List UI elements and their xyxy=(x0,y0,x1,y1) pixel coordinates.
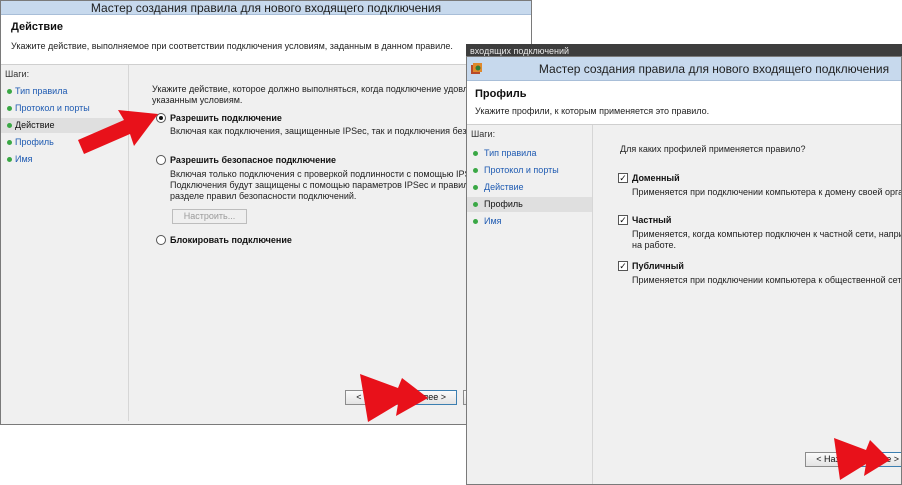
red-pointer-arrow xyxy=(834,438,890,480)
step-label: Имя xyxy=(15,154,33,164)
step-profile[interactable]: Профиль xyxy=(467,197,592,212)
customize-button[interactable]: Настроить... xyxy=(172,209,247,224)
allow-secure-desc: Подключения будут защищены с помощью пар… xyxy=(170,180,498,190)
page-header: Профиль Укажите профили, к которым приме… xyxy=(467,81,901,125)
page-description: Укажите действие, выполняемое при соотве… xyxy=(11,41,453,51)
public-desc: Применяется при подключении компьютера к… xyxy=(632,275,902,285)
page-title: Профиль xyxy=(475,88,527,100)
step-dot-icon xyxy=(7,140,12,145)
step-label: Тип правила xyxy=(484,148,537,158)
step-action[interactable]: Действие xyxy=(467,180,592,195)
public-label[interactable]: Публичный xyxy=(632,261,684,272)
step-label: Тип правила xyxy=(15,86,68,96)
window-title: Мастер создания правила для нового входя… xyxy=(538,62,890,76)
step-dot-icon xyxy=(473,151,478,156)
step-label: Имя xyxy=(484,216,502,226)
step-label: Профиль xyxy=(484,199,523,209)
wizard-app-icon xyxy=(471,63,482,74)
step-dot-icon xyxy=(7,106,12,111)
window-title: Мастер создания правила для нового входя… xyxy=(90,1,442,15)
private-label[interactable]: Частный xyxy=(632,215,671,226)
steps-title: Шаги: xyxy=(5,69,30,79)
steps-panel: Шаги: Тип правила Протокол и порты Дейст… xyxy=(467,125,593,484)
step-dot-icon xyxy=(7,123,12,128)
step-dot-icon xyxy=(473,202,478,207)
page-header: Действие Укажите действие, выполняемое п… xyxy=(1,15,531,65)
red-pointer-arrow xyxy=(78,110,158,154)
wizard-window-action: Мастер создания правила для нового входя… xyxy=(0,0,532,425)
domain-label[interactable]: Доменный xyxy=(632,173,680,184)
step-label: Действие xyxy=(484,182,524,192)
page-title: Действие xyxy=(11,21,63,33)
allow-secure-desc: Включая только подключения с проверкой п… xyxy=(170,169,483,179)
allow-connection-label[interactable]: Разрешить подключение xyxy=(170,113,282,124)
step-dot-icon xyxy=(7,89,12,94)
step-label: Действие xyxy=(15,120,55,130)
window-titlebar: Мастер создания правила для нового входя… xyxy=(1,1,531,15)
block-connection-label[interactable]: Блокировать подключение xyxy=(170,235,292,246)
private-desc: Применяется, когда компьютер подключен к… xyxy=(632,229,901,239)
page-description: Укажите профили, к которым применяется э… xyxy=(475,106,710,116)
allow-secure-radio[interactable] xyxy=(156,155,166,165)
step-dot-icon xyxy=(7,157,12,162)
step-label: Протокол и порты xyxy=(484,165,559,175)
step-name[interactable]: Имя xyxy=(467,214,592,229)
private-checkbox[interactable]: ✓ xyxy=(618,215,628,225)
step-protocol-ports[interactable]: Протокол и порты xyxy=(467,163,592,178)
step-dot-icon xyxy=(473,185,478,190)
private-desc-cont: на работе. xyxy=(632,240,676,250)
allow-connection-desc: Включая как подключения, защищенные IPSe… xyxy=(170,126,502,136)
action-prompt: Укажите действие, которое должно выполня… xyxy=(152,84,492,94)
steps-title: Шаги: xyxy=(471,129,496,139)
profile-question: Для каких профилей применяется правило? xyxy=(620,144,806,154)
step-rule-type[interactable]: Тип правила xyxy=(1,84,128,99)
step-dot-icon xyxy=(473,168,478,173)
profile-content: Для каких профилей применяется правило? … xyxy=(594,125,902,484)
allow-secure-desc: разделе правил безопасности подключений. xyxy=(170,191,357,201)
domain-desc: Применяется при подключении компьютера к… xyxy=(632,187,902,197)
action-prompt-cont: указанным условиям. xyxy=(152,95,243,105)
step-rule-type[interactable]: Тип правила xyxy=(467,146,592,161)
public-checkbox[interactable]: ✓ xyxy=(618,261,628,271)
red-pointer-arrow xyxy=(360,374,428,422)
allow-secure-label[interactable]: Разрешить безопасное подключение xyxy=(170,155,336,166)
step-label: Профиль xyxy=(15,137,54,147)
wizard-window-profile: Мастер создания правила для нового входя… xyxy=(466,56,902,485)
domain-checkbox[interactable]: ✓ xyxy=(618,173,628,183)
step-dot-icon xyxy=(473,219,478,224)
window-titlebar: Мастер создания правила для нового входя… xyxy=(467,57,901,81)
block-connection-radio[interactable] xyxy=(156,235,166,245)
